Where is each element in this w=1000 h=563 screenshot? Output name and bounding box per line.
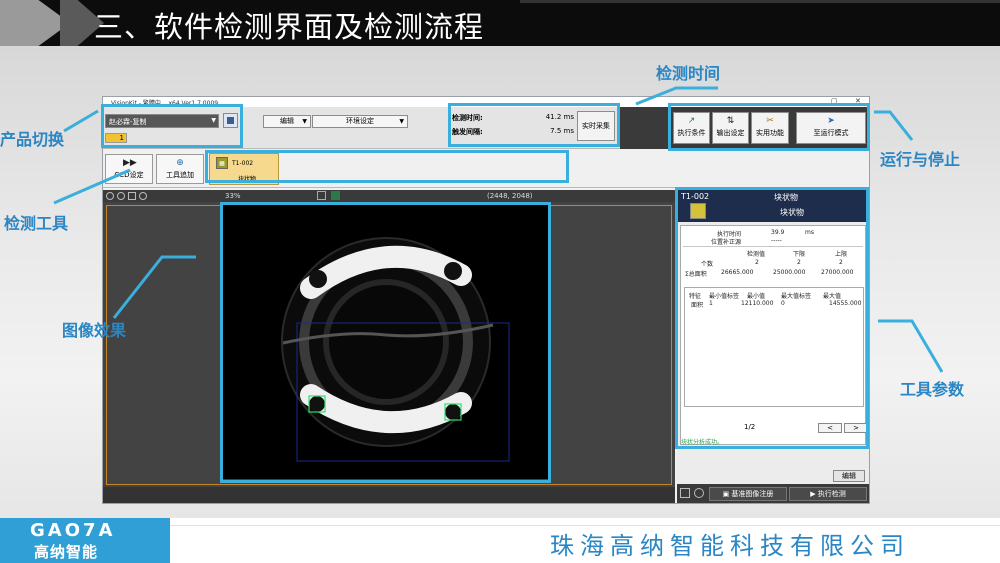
annotation-detection-tool: 检测工具 [4,214,69,233]
footer-company: 珠海高纳智能科技有限公司 [550,532,910,560]
annotation-run-stop: 运行与停止 [880,150,961,169]
annotation-product-switch: 产品切换 [0,130,65,149]
slide-footer: GAO7A 高纳智能 珠海高纳智能科技有限公司 [0,518,1000,563]
footer-logo: GAO7A [30,520,116,541]
annotation-leader-lines [53,86,944,373]
annotation-tool-params: 工具参数 [900,380,965,399]
footer-brand: 高纳智能 [34,543,99,561]
footer-logo-band: GAO7A 高纳智能 [0,518,170,563]
annotation-image-effect: 图像效果 [62,321,127,340]
annotation-detection-time: 检测时间 [656,64,721,83]
